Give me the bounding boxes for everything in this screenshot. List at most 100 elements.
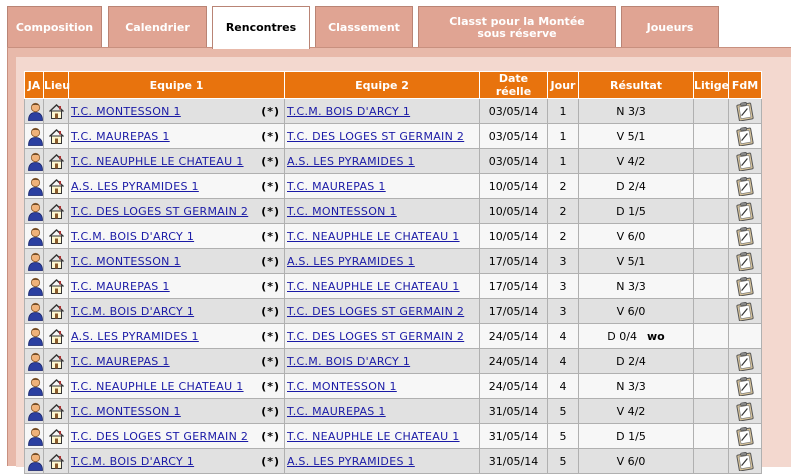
lieu-cell[interactable] xyxy=(43,123,69,149)
ja-cell[interactable] xyxy=(24,373,44,399)
house-icon[interactable] xyxy=(48,203,65,219)
house-icon[interactable] xyxy=(48,303,65,319)
equipe1-link[interactable]: A.S. LES PYRAMIDES 1 xyxy=(71,180,199,193)
clipboard-icon[interactable] xyxy=(736,401,754,421)
tab-calendrier[interactable]: Calendrier xyxy=(108,6,207,48)
clipboard-icon[interactable] xyxy=(736,176,754,196)
equipe1-link[interactable]: T.C. NEAUPHLE LE CHATEAU 1 xyxy=(71,380,244,393)
person-icon[interactable] xyxy=(27,177,43,196)
tab-joueurs[interactable]: Joueurs xyxy=(621,6,719,48)
clipboard-icon[interactable] xyxy=(736,226,754,246)
equipe2-link[interactable]: T.C. MAUREPAS 1 xyxy=(287,405,386,418)
person-icon[interactable] xyxy=(27,327,43,346)
ja-cell[interactable] xyxy=(24,298,44,324)
person-icon[interactable] xyxy=(27,402,43,421)
lieu-cell[interactable] xyxy=(43,448,69,474)
fdm-cell[interactable] xyxy=(728,373,762,399)
lieu-cell[interactable] xyxy=(43,373,69,399)
fdm-cell[interactable] xyxy=(728,348,762,374)
person-icon[interactable] xyxy=(27,302,43,321)
ja-cell[interactable] xyxy=(24,448,44,474)
tab-classt-montee[interactable]: Classt pour la Montée sous réserve xyxy=(418,6,616,48)
ja-cell[interactable] xyxy=(24,198,44,224)
equipe1-link[interactable]: T.C. MONTESSON 1 xyxy=(71,105,181,118)
person-icon[interactable] xyxy=(27,227,43,246)
clipboard-icon[interactable] xyxy=(736,351,754,371)
ja-cell[interactable] xyxy=(24,223,44,249)
fdm-cell[interactable] xyxy=(728,298,762,324)
ja-cell[interactable] xyxy=(24,323,44,349)
equipe1-link[interactable]: T.C.M. BOIS D'ARCY 1 xyxy=(71,305,194,318)
house-icon[interactable] xyxy=(48,378,65,394)
tab-composition[interactable]: Composition xyxy=(7,6,102,48)
ja-cell[interactable] xyxy=(24,123,44,149)
person-icon[interactable] xyxy=(27,102,43,121)
lieu-cell[interactable] xyxy=(43,248,69,274)
fdm-cell[interactable] xyxy=(728,223,762,249)
equipe1-link[interactable]: T.C. MAUREPAS 1 xyxy=(71,280,170,293)
equipe2-link[interactable]: A.S. LES PYRAMIDES 1 xyxy=(287,255,415,268)
person-icon[interactable] xyxy=(27,127,43,146)
equipe2-link[interactable]: T.C. DES LOGES ST GERMAIN 2 xyxy=(287,130,464,143)
equipe1-link[interactable]: T.C. MONTESSON 1 xyxy=(71,255,181,268)
equipe1-link[interactable]: A.S. LES PYRAMIDES 1 xyxy=(71,330,199,343)
equipe2-link[interactable]: T.C. MONTESSON 1 xyxy=(287,380,397,393)
clipboard-icon[interactable] xyxy=(736,251,754,271)
clipboard-icon[interactable] xyxy=(736,451,754,471)
ja-cell[interactable] xyxy=(24,273,44,299)
person-icon[interactable] xyxy=(27,277,43,296)
equipe2-link[interactable]: T.C. MONTESSON 1 xyxy=(287,205,397,218)
equipe2-link[interactable]: T.C. DES LOGES ST GERMAIN 2 xyxy=(287,330,464,343)
equipe2-link[interactable]: T.C. MAUREPAS 1 xyxy=(287,180,386,193)
fdm-cell[interactable] xyxy=(728,198,762,224)
equipe2-link[interactable]: A.S. LES PYRAMIDES 1 xyxy=(287,155,415,168)
house-icon[interactable] xyxy=(48,278,65,294)
person-icon[interactable] xyxy=(27,377,43,396)
house-icon[interactable] xyxy=(48,428,65,444)
equipe1-link[interactable]: T.C. MAUREPAS 1 xyxy=(71,130,170,143)
fdm-cell[interactable] xyxy=(728,148,762,174)
lieu-cell[interactable] xyxy=(43,98,69,124)
ja-cell[interactable] xyxy=(24,98,44,124)
lieu-cell[interactable] xyxy=(43,323,69,349)
clipboard-icon[interactable] xyxy=(736,276,754,296)
house-icon[interactable] xyxy=(48,153,65,169)
equipe2-link[interactable]: T.C. NEAUPHLE LE CHATEAU 1 xyxy=(287,230,460,243)
equipe1-link[interactable]: T.C. MONTESSON 1 xyxy=(71,405,181,418)
person-icon[interactable] xyxy=(27,252,43,271)
equipe1-link[interactable]: T.C. MAUREPAS 1 xyxy=(71,355,170,368)
equipe2-link[interactable]: T.C.M. BOIS D'ARCY 1 xyxy=(287,105,410,118)
ja-cell[interactable] xyxy=(24,398,44,424)
house-icon[interactable] xyxy=(48,128,65,144)
lieu-cell[interactable] xyxy=(43,298,69,324)
clipboard-icon[interactable] xyxy=(736,301,754,321)
house-icon[interactable] xyxy=(48,328,65,344)
clipboard-icon[interactable] xyxy=(736,126,754,146)
fdm-cell[interactable] xyxy=(728,273,762,299)
house-icon[interactable] xyxy=(48,253,65,269)
fdm-cell[interactable] xyxy=(728,173,762,199)
fdm-cell[interactable] xyxy=(728,448,762,474)
ja-cell[interactable] xyxy=(24,348,44,374)
tab-rencontres[interactable]: Rencontres xyxy=(212,6,310,49)
lieu-cell[interactable] xyxy=(43,148,69,174)
house-icon[interactable] xyxy=(48,453,65,469)
house-icon[interactable] xyxy=(48,403,65,419)
fdm-cell[interactable] xyxy=(728,423,762,449)
person-icon[interactable] xyxy=(27,352,43,371)
house-icon[interactable] xyxy=(48,103,65,119)
person-icon[interactable] xyxy=(27,152,43,171)
lieu-cell[interactable] xyxy=(43,423,69,449)
clipboard-icon[interactable] xyxy=(736,376,754,396)
clipboard-icon[interactable] xyxy=(736,426,754,446)
ja-cell[interactable] xyxy=(24,423,44,449)
fdm-cell[interactable] xyxy=(728,398,762,424)
house-icon[interactable] xyxy=(48,178,65,194)
equipe1-link[interactable]: T.C. NEAUPHLE LE CHATEAU 1 xyxy=(71,155,244,168)
equipe2-link[interactable]: T.C. NEAUPHLE LE CHATEAU 1 xyxy=(287,280,460,293)
ja-cell[interactable] xyxy=(24,173,44,199)
lieu-cell[interactable] xyxy=(43,173,69,199)
ja-cell[interactable] xyxy=(24,248,44,274)
equipe1-link[interactable]: T.C. DES LOGES ST GERMAIN 2 xyxy=(71,205,248,218)
lieu-cell[interactable] xyxy=(43,198,69,224)
